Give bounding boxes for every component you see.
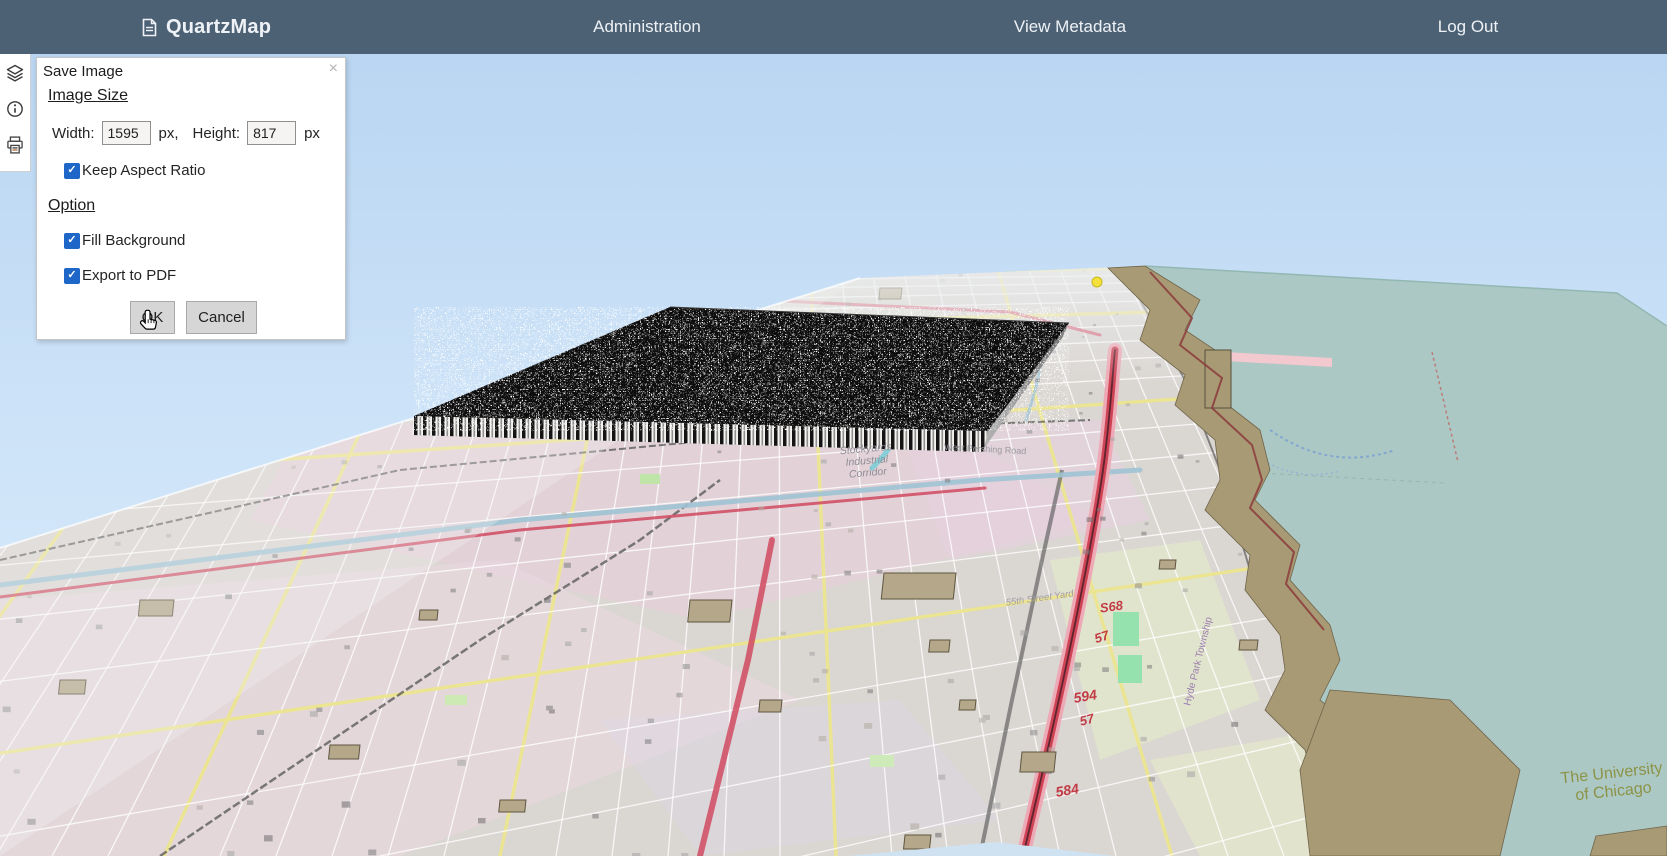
cancel-button[interactable]: Cancel	[186, 301, 257, 334]
ok-button[interactable]: OK	[130, 301, 175, 334]
layers-icon	[5, 63, 25, 83]
app-brand: QuartzMap	[142, 0, 271, 54]
fill-background-checkbox[interactable]: Fill Background	[64, 232, 185, 249]
height-input[interactable]	[247, 121, 296, 145]
info-icon	[5, 99, 25, 119]
height-unit: px	[304, 125, 320, 142]
checkbox-icon[interactable]	[64, 268, 80, 284]
width-input[interactable]	[102, 121, 151, 145]
map-toolbar	[0, 54, 31, 172]
print-button[interactable]	[4, 134, 26, 156]
document-icon	[142, 18, 157, 37]
info-button[interactable]	[4, 98, 26, 120]
printer-icon	[5, 135, 25, 155]
checkbox-icon[interactable]	[64, 163, 80, 179]
dialog-buttons: OK Cancel	[130, 301, 257, 334]
checkbox-icon[interactable]	[64, 233, 80, 249]
nav-administration[interactable]: Administration	[593, 0, 701, 54]
close-icon[interactable]: ×	[329, 61, 338, 77]
width-unit: px,	[159, 125, 179, 142]
image-size-link[interactable]: Image Size	[48, 87, 128, 105]
keep-aspect-ratio-checkbox[interactable]: Keep Aspect Ratio	[64, 162, 205, 179]
save-image-dialog: Save Image × Image Size Width: px, Heigh…	[36, 57, 346, 340]
width-label: Width:	[52, 125, 95, 142]
nav-view-metadata[interactable]: View Metadata	[1014, 0, 1126, 54]
dialog-title: Save Image	[43, 63, 123, 80]
export-to-pdf-label: Export to PDF	[82, 267, 176, 284]
export-to-pdf-checkbox[interactable]: Export to PDF	[64, 267, 176, 284]
top-navbar: QuartzMap Administration View Metadata L…	[0, 0, 1667, 54]
keep-aspect-ratio-label: Keep Aspect Ratio	[82, 162, 205, 179]
size-row: Width: px, Height: px	[52, 121, 334, 145]
fill-background-label: Fill Background	[82, 232, 185, 249]
app-title: QuartzMap	[166, 16, 271, 39]
poi-marker	[1092, 277, 1102, 287]
height-label: Height:	[193, 125, 241, 142]
option-link[interactable]: Option	[48, 197, 95, 215]
nav-log-out[interactable]: Log Out	[1438, 0, 1499, 54]
layers-button[interactable]	[4, 62, 26, 84]
